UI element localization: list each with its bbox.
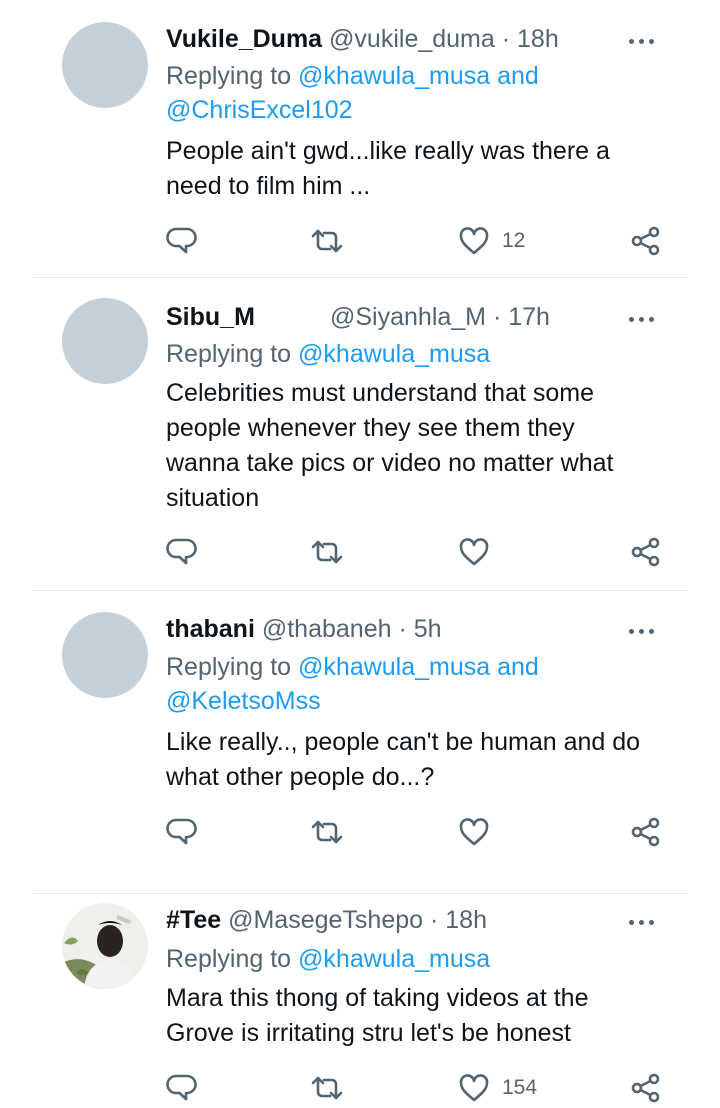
tweet-text-line: situation <box>166 484 260 512</box>
like-count: 154 <box>502 1076 538 1099</box>
author-name[interactable]: thabani <box>166 615 255 643</box>
timestamp[interactable]: · 18h <box>502 25 559 53</box>
more-icon[interactable] <box>626 36 658 46</box>
replying-to: Replying to @khawula_musa <box>166 337 490 371</box>
mention-conjunction: and <box>490 62 539 90</box>
retweet-icon[interactable] <box>310 221 344 261</box>
tweet-header: Sibu_M @Siyanhla_M · 17h <box>166 300 550 334</box>
replying-to-label: Replying to <box>166 62 292 90</box>
timestamp[interactable]: · 18h <box>430 906 487 934</box>
timestamp[interactable]: · 5h <box>398 615 441 643</box>
mention-link[interactable]: @khawula_musa <box>298 945 490 973</box>
tweet-text-line: Celebrities must understand that some <box>166 379 594 407</box>
share-icon[interactable] <box>630 532 662 572</box>
more-icon[interactable] <box>626 314 658 324</box>
like-button[interactable] <box>458 812 490 852</box>
tweet-text-line: Mara this thong of taking videos at the <box>166 984 589 1012</box>
replying-to: Replying to @khawula_musa and @KeletsoMss <box>166 650 539 718</box>
retweet-icon[interactable] <box>310 812 344 852</box>
mention-link[interactable]: @khawula_musa <box>298 653 490 681</box>
share-icon[interactable] <box>630 221 662 261</box>
tweet-header: #Tee @MasegeTshepo · 18h <box>166 903 487 937</box>
replying-to: Replying to @khawula_musa <box>166 942 490 976</box>
reply-icon[interactable] <box>166 1068 198 1108</box>
author-name[interactable]: Vukile_Duma <box>166 25 322 53</box>
divider <box>33 590 688 591</box>
mention-link[interactable]: @ChrisExcel102 <box>166 96 353 124</box>
author-handle[interactable]: @Siyanhla_M <box>330 303 486 331</box>
divider <box>33 893 688 894</box>
divider <box>33 277 688 278</box>
tweet-text-line: Like really.., people can't be human and… <box>166 728 641 756</box>
like-button[interactable]: 154 <box>458 1068 537 1108</box>
mention-link[interactable]: @khawula_musa <box>298 340 490 368</box>
heart-icon[interactable] <box>458 817 490 847</box>
reply-icon[interactable] <box>166 532 198 572</box>
mention-link[interactable]: @khawula_musa <box>298 62 490 90</box>
timestamp[interactable]: · 17h <box>493 303 550 331</box>
retweet-icon[interactable] <box>310 1068 344 1108</box>
like-button[interactable] <box>458 532 490 572</box>
tweet-text-line: Grove is irritating stru let's be honest <box>166 1019 571 1047</box>
tweet-header: Vukile_Duma @vukile_duma · 18h <box>166 22 559 56</box>
more-icon[interactable] <box>626 917 658 927</box>
avatar[interactable] <box>62 903 148 989</box>
share-icon[interactable] <box>630 1068 662 1108</box>
avatar[interactable] <box>62 22 148 108</box>
reply-icon[interactable] <box>166 221 198 261</box>
action-bar: 154 <box>0 1068 720 1108</box>
replying-to-label: Replying to <box>166 653 292 681</box>
tweet-text-line: what other people do...? <box>166 763 435 791</box>
tweet-text: Like really.., people can't be human and… <box>166 725 686 795</box>
author-name[interactable]: #Tee <box>166 906 221 934</box>
tweet-feed: Vukile_Duma @vukile_duma · 18h Replying t… <box>0 0 720 1103</box>
like-count: 12 <box>502 229 526 252</box>
heart-icon[interactable] <box>458 537 490 567</box>
reply-icon[interactable] <box>166 812 198 852</box>
heart-icon[interactable] <box>458 226 490 256</box>
replying-to-label: Replying to <box>166 340 292 368</box>
author-handle[interactable]: @thabaneh <box>262 615 392 643</box>
replying-to-label: Replying to <box>166 945 292 973</box>
tweet-text: Celebrities must understand that some peo… <box>166 376 686 516</box>
tweet-text-line: wanna take pics or video no matter what <box>166 449 614 477</box>
tweet-text: People ain't gwd...like really was there… <box>166 134 686 204</box>
share-icon[interactable] <box>630 812 662 852</box>
handle-time: @Siyanhla_M · 17h <box>330 300 550 334</box>
tweet-text-line: people whenever they see them they <box>166 414 575 442</box>
action-bar: 12 <box>0 221 720 261</box>
tweet-text-line: People ain't gwd...like really was there… <box>166 137 610 165</box>
retweet-icon[interactable] <box>310 532 344 572</box>
action-bar <box>0 812 720 852</box>
tweet-text-line: need to film him ... <box>166 172 371 200</box>
author-handle[interactable]: @vukile_duma <box>329 25 495 53</box>
mention-link[interactable]: @KeletsoMss <box>166 687 321 715</box>
tweet-text: Mara this thong of taking videos at the G… <box>166 981 686 1051</box>
author-name[interactable]: Sibu_M <box>166 303 255 331</box>
heart-icon[interactable] <box>458 1073 490 1103</box>
action-bar <box>0 532 720 572</box>
like-button[interactable]: 12 <box>458 221 525 261</box>
mention-conjunction: and <box>490 653 539 681</box>
more-icon[interactable] <box>626 626 658 636</box>
author-handle[interactable]: @MasegeTshepo <box>228 906 423 934</box>
avatar[interactable] <box>62 612 148 698</box>
replying-to: Replying to @khawula_musa and @ChrisExcel… <box>166 59 539 127</box>
tweet-header: thabani @thabaneh · 5h <box>166 612 442 646</box>
avatar[interactable] <box>62 298 148 384</box>
